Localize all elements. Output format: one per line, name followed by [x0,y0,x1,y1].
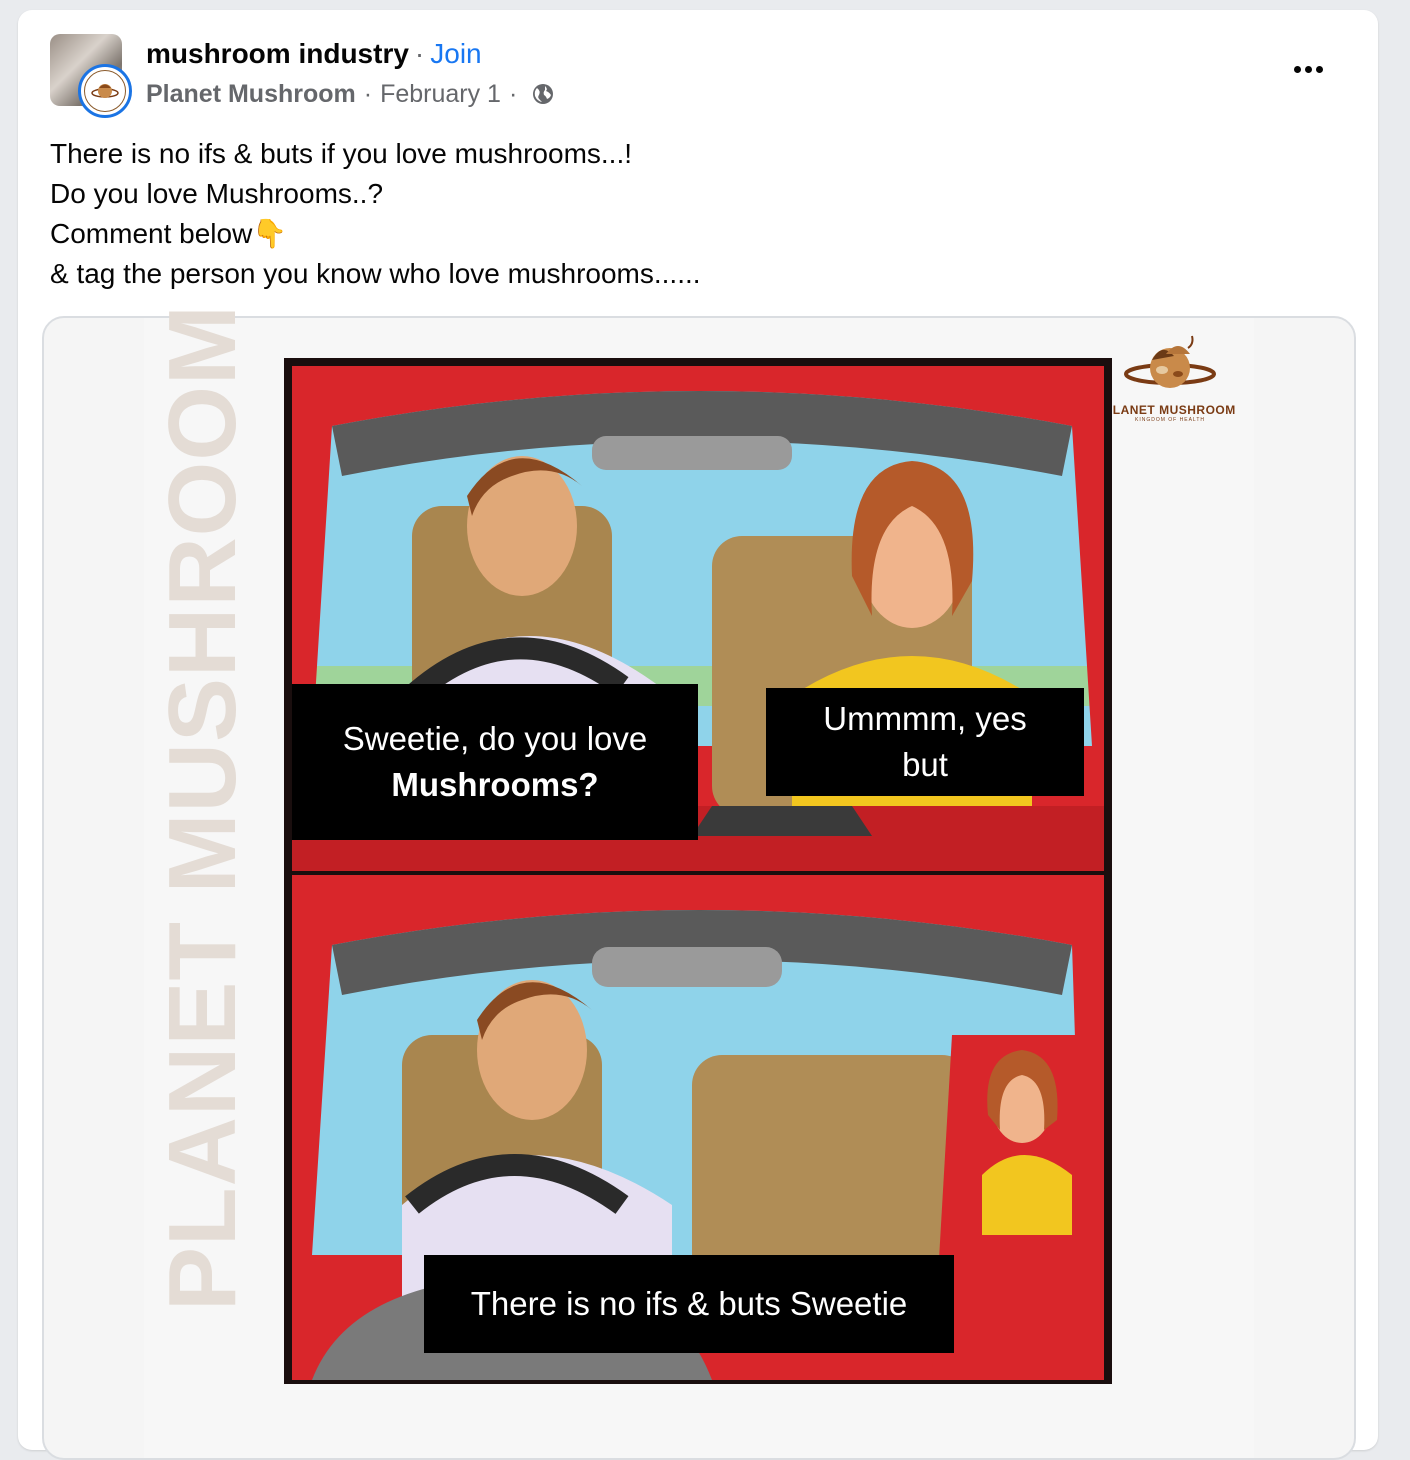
post-text-line: Comment below👇 [50,218,288,249]
comic-strip: Sweetie, do you love Mushrooms? Ummmm, y… [284,358,1112,1384]
post-date-link[interactable]: February 1 [380,78,501,110]
caption-text: Ummmm, yes [823,700,1027,737]
caption-woman-answer: Ummmm, yes but [766,688,1084,796]
comic-panel-bottom: There is no ifs & buts Sweetie [292,875,1104,1380]
more-dot [1304,65,1312,73]
separator-dot: · [414,38,425,69]
caption-text: Sweetie, do you love [342,720,648,757]
logo-name: PLANET MUSHROOM [1104,403,1236,417]
post-header-title: mushroom industry · Join [146,36,482,72]
separator-dot: · [363,80,373,108]
mushroom-planet-icon [1124,335,1216,388]
post-text-line: & tag the person you know who love mushr… [50,258,701,289]
caption-text: but [902,746,948,783]
post-text-line: Do you love Mushrooms..? [50,178,384,209]
post-text-line: There is no ifs & buts if you love mushr… [50,138,633,169]
watermark-text: PLANET MUSHROOM [149,304,256,1311]
comic-panel-top: Sweetie, do you love Mushrooms? Ummmm, y… [292,366,1104,871]
planet-mushroom-logo-icon [84,70,126,112]
more-dot [1315,65,1323,73]
separator-dot: · [508,80,518,108]
globe-icon[interactable] [531,82,555,106]
post-meta: Planet Mushroom · February 1 · [146,78,555,110]
caption-bottom: There is no ifs & buts Sweetie [424,1255,954,1353]
logo-subtitle: KINGDOM OF HEALTH [1135,417,1205,423]
group-avatar[interactable] [50,34,136,120]
caption-text: There is no ifs & buts Sweetie [470,1285,908,1322]
page-name-link[interactable]: Planet Mushroom [146,78,356,110]
caption-man-question: Sweetie, do you love Mushrooms? [292,684,698,840]
more-horizontal-icon [1293,65,1301,73]
page-avatar[interactable] [78,64,132,118]
join-button[interactable]: Join [430,38,481,69]
group-name-link[interactable]: mushroom industry [146,38,409,69]
caption-text-bold: Mushrooms? [391,766,599,803]
post-message: There is no ifs & buts if you love mushr… [50,134,701,294]
more-options-button[interactable] [1288,54,1328,84]
brand-logo: PLANET MUSHROOM KINGDOM OF HEALTH [1100,330,1240,430]
